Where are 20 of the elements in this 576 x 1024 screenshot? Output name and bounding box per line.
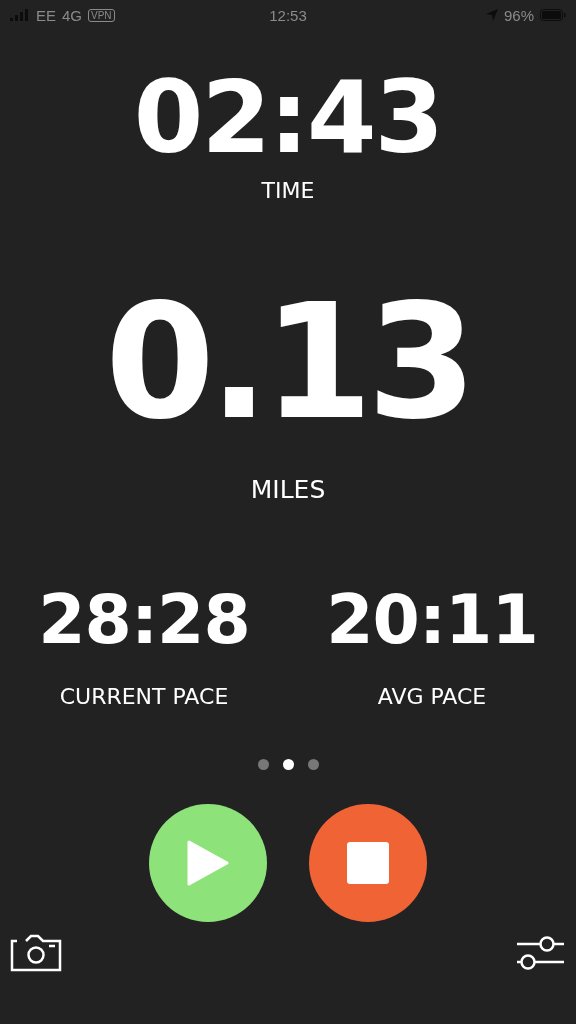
stop-icon [347,842,389,884]
pace-label: AVG PACE [377,684,487,709]
pace-value: 20:11 [326,586,538,654]
pace-value: 28:28 [38,586,250,654]
pace-label: CURRENT PACE [59,684,229,709]
play-icon [187,840,229,886]
time-label: TIME [261,178,315,203]
settings-sliders-icon[interactable] [516,934,566,972]
clock: 12:53 [269,6,307,24]
page-dot[interactable] [282,759,294,770]
camera-icon[interactable] [10,934,62,972]
battery-percent: 96% [504,6,534,24]
network-type: 4G [62,6,83,24]
elapsed-time: 02:43 [133,68,443,168]
page-dot[interactable] [257,759,269,770]
distance-value: 0.13 [105,283,471,441]
distance-label: MILES [250,475,326,504]
page-dot[interactable] [307,759,319,770]
carrier: EE [36,6,56,24]
vpn-badge: VPN [88,8,115,22]
